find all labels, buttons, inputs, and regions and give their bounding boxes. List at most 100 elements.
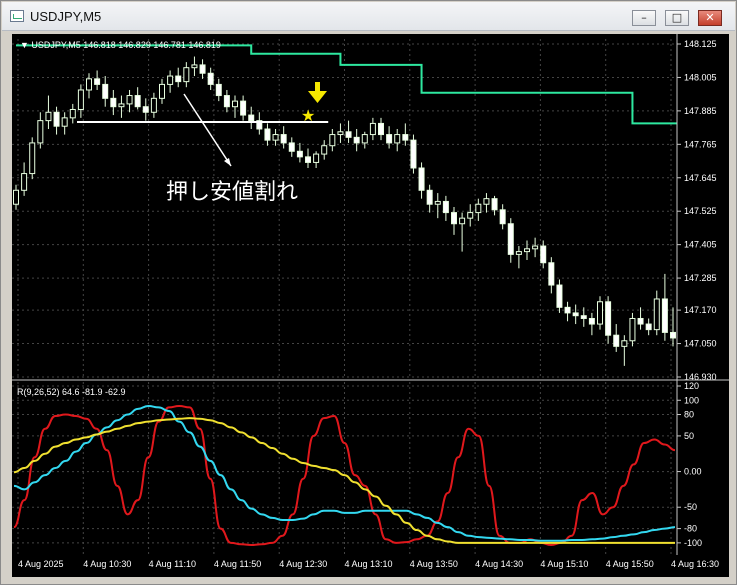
time-tick-label: 4 Aug 11:50 [214,559,261,569]
bull-candle-body [86,78,92,91]
bear-candle-body [564,306,571,314]
bull-candle-body [313,153,320,163]
bull-candle-body [37,120,44,144]
bear-candle-body [110,97,117,108]
bear-candle-body [637,317,644,325]
bull-candle-body [167,75,174,85]
close-button[interactable]: ✕ [698,10,722,26]
annotation-text: 押し安値割れ [166,180,298,205]
bull-candle-body [150,97,157,113]
chart-area[interactable]: 148.125 148.005 147.885 147.765 147.645 147.5… [12,34,729,577]
bull-candle-body [621,340,628,347]
bear-candle-body [410,139,417,169]
time-tick-label: 4 Aug 12:30 [279,559,327,569]
indicator-tick-label: 80 [684,410,694,420]
bear-candle-body [661,298,668,333]
bear-candle-body [248,114,255,122]
bull-candle-body [118,103,125,108]
bear-candle-body [613,334,620,347]
bull-candle-body [329,134,336,147]
pointer-arrowhead [224,158,231,166]
bull-candle-body [475,203,482,214]
bull-candle-body [629,317,636,342]
window-title: USDJPY,M5 [30,9,102,24]
bull-candle-body [653,298,660,331]
bull-candle-body [77,89,84,110]
bear-candle-body [491,198,498,211]
bull-candle-body [532,245,539,250]
bear-candle-body [580,315,587,319]
bear-candle-body [378,122,384,136]
bear-candle-body [605,301,612,336]
bull-candle-body [45,111,52,122]
bull-candle-body [183,67,190,83]
bull-candle-body [337,131,344,136]
bull-candle-body [524,248,530,253]
chart-window-icon [10,10,24,22]
time-tick-label: 4 Aug 2025 [18,559,64,569]
bull-candle-body [61,117,68,127]
time-axis: 4 Aug 2025 4 Aug 10:30 4 Aug 11:10 4 Aug 11… [18,559,719,569]
bear-candle-body [499,209,506,225]
bear-candle-body [451,212,457,225]
bull-candle-body [459,217,466,225]
bear-candle-body [556,284,563,308]
bull-candle-body [29,142,36,175]
chart-svg[interactable]: 148.125 148.005 147.885 147.765 147.645 147.5… [12,34,729,577]
indicator-tick-label: 50 [684,431,694,441]
bear-candle-body [280,134,287,144]
bear-candle-body [207,72,214,85]
price-tick-label: 147.170 [684,305,717,315]
bull-candle-body [21,173,28,191]
price-tick-label: 147.050 [684,339,717,349]
price-tick-label: 148.005 [684,72,717,82]
bear-candle-body [296,150,303,158]
bear-candle-body [442,200,449,214]
bull-candle-body [232,100,238,108]
bear-candle-body [223,95,230,108]
bull-candle-body [361,134,368,144]
star-icon: ★ [301,106,315,125]
price-panel-header: ▼ USDJPY,M5 146.818 146.829 146.781 146.… [20,40,221,50]
price-tick-label: 147.645 [684,173,717,183]
title-bar[interactable]: USDJPY,M5 – □ ✕ [2,2,735,31]
minimize-button[interactable]: – [632,10,656,26]
bull-candle-body [13,189,19,205]
price-tick-label: 147.885 [684,106,717,116]
maximize-button[interactable]: □ [665,10,689,26]
resistance-line-group [16,44,677,125]
indicator-tick-label: 100 [684,395,699,405]
time-tick-label: 4 Aug 15:50 [606,559,654,569]
time-tick-label: 4 Aug 11:10 [149,559,196,569]
bear-candle-body [548,262,555,286]
bear-candle-body [288,142,295,152]
bear-candle-body [353,136,360,144]
bear-candle-body [588,317,595,325]
bull-candle-body [159,83,165,99]
bear-candle-body [264,128,271,141]
indicator-lines-group [13,404,676,547]
bear-candle-body [507,223,514,255]
bull-candle-body [597,301,603,325]
bull-candle-body [467,212,474,219]
bear-candle-body [94,78,101,85]
price-grid [12,39,677,554]
resistance-step-line [16,44,677,125]
bear-candle-body [418,167,425,191]
bull-candle-body [394,134,401,144]
price-tick-label: 147.285 [684,273,717,283]
bear-candle-body [134,95,141,108]
bull-candle-body [321,145,328,155]
bull-candle-body [434,200,441,205]
bear-candle-body [402,134,409,141]
bear-candle-body [305,156,311,163]
indicator-panel-header: R(9,26,52) 64.6 -81.9 -62.9 [17,387,126,397]
bull-candle-body [515,251,522,255]
bear-candle-body [645,323,652,331]
price-axis: 148.125 148.005 147.885 147.765 147.645 147.5… [676,34,717,555]
bear-candle-body [215,83,222,97]
down-arrow-icon [308,82,327,103]
bull-candle-body [126,95,133,105]
price-tick-label: 147.405 [684,240,717,250]
indicator-tick-label: -50 [684,502,697,512]
